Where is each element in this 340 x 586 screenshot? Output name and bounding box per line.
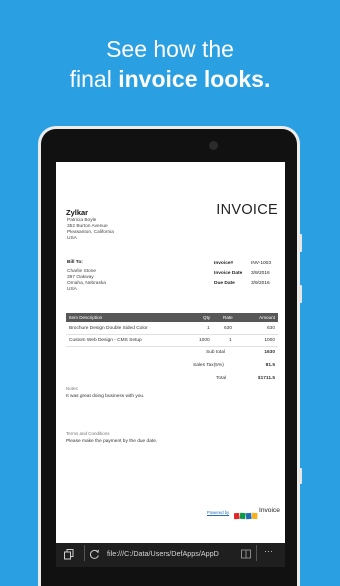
phone-screen: Zylkar Patricia Boyle 352 Burton Avenue … xyxy=(56,162,285,543)
from-line: Patricia Boyle xyxy=(67,218,97,223)
volume-button xyxy=(299,234,302,252)
front-camera xyxy=(209,141,218,150)
toolbar-divider xyxy=(256,545,257,561)
item-qty: 1000 xyxy=(199,338,210,343)
reading-view-icon[interactable] xyxy=(241,549,251,561)
column-item-description: Item Description xyxy=(69,315,103,320)
promo-line-1: See how the xyxy=(106,36,234,62)
subtotal-value: 1630 xyxy=(264,350,275,355)
item-qty: 1 xyxy=(207,326,210,331)
bill-to-label: Bill To: xyxy=(67,260,83,265)
browser-toolbar: file:///C:/Data/Users/DefApps/AppD ··· xyxy=(56,543,285,567)
row-divider xyxy=(66,346,278,347)
total-label: Total xyxy=(216,376,227,381)
item-rate: 1 xyxy=(229,338,232,343)
column-amount: Amount xyxy=(259,315,275,320)
from-line: USA xyxy=(67,236,77,241)
company-name: Zylkar xyxy=(66,208,89,217)
invoice-title: INVOICE xyxy=(216,202,278,218)
item-amount: 1000 xyxy=(264,338,275,343)
meta-label-invoice-number: Invoice# xyxy=(214,261,234,266)
column-qty: Qty xyxy=(203,315,211,320)
sales-tax-label: Sales Tax(5%) xyxy=(193,363,224,368)
terms-text: Please make the payment by the due date. xyxy=(66,439,158,444)
total-value: $1711.5 xyxy=(257,376,275,381)
row-divider xyxy=(66,334,278,335)
power-button xyxy=(299,285,302,303)
promo-headline: See how the final invoice looks. xyxy=(0,34,340,94)
from-line: Pleasanton, California xyxy=(67,230,114,235)
bill-to-line: USA xyxy=(67,287,77,292)
meta-label-due-date: Due Date xyxy=(214,281,235,286)
meta-label-invoice-date: Invoice Date xyxy=(214,271,243,276)
invoice-document[interactable]: Zylkar Patricia Boyle 352 Burton Avenue … xyxy=(56,162,285,543)
refresh-icon[interactable] xyxy=(89,549,100,562)
sales-tax-value: 81.5 xyxy=(265,363,275,368)
toolbar-divider xyxy=(84,545,85,561)
address-bar[interactable]: file:///C:/Data/Users/DefApps/AppD xyxy=(107,549,219,558)
zoho-logo-icon xyxy=(233,512,258,520)
bill-to-line: 397 Oakway xyxy=(67,275,94,280)
tabs-icon-glyph xyxy=(64,549,74,560)
notes-text: It was great doing business with you. xyxy=(66,394,145,399)
promo-line-2: final invoice looks. xyxy=(0,64,340,94)
bill-to-line: Charlie Stone xyxy=(67,269,97,274)
reading-view-icon-glyph xyxy=(241,549,251,559)
zoho-logo xyxy=(233,507,258,525)
meta-value-invoice-number: INV-1003 xyxy=(251,261,272,266)
item-rate: 630 xyxy=(224,326,233,331)
item-description: Custom Web Design - CMS Setup xyxy=(69,338,142,343)
promo-line-2-b: invoice looks. xyxy=(118,66,271,92)
items-table-header: Item Description Qty Rate Amount xyxy=(66,313,278,322)
brand-product: Invoice xyxy=(259,507,280,514)
item-description: Brochure Design Double Sided Color xyxy=(69,326,148,331)
more-button[interactable]: ··· xyxy=(264,546,273,556)
meta-value-due-date: 3/9/2016 xyxy=(251,281,270,286)
from-line: 352 Burton Avenue xyxy=(67,224,108,229)
refresh-icon-glyph xyxy=(90,549,99,559)
column-rate: Rate xyxy=(223,315,233,320)
meta-value-invoice-date: 3/9/2016 xyxy=(251,271,270,276)
bill-to-line: Omaha, Nebraska xyxy=(67,281,106,286)
terms-label: Terms and Conditions xyxy=(66,431,110,436)
notes-label: Notes xyxy=(66,386,78,391)
subtotal-label: Sub total xyxy=(206,350,225,355)
camera-button xyxy=(299,468,302,484)
powered-by-link[interactable]: Powered by xyxy=(207,510,229,515)
tabs-icon[interactable] xyxy=(64,549,74,562)
item-amount: 630 xyxy=(266,326,275,331)
promo-line-2-a: final xyxy=(69,66,119,92)
